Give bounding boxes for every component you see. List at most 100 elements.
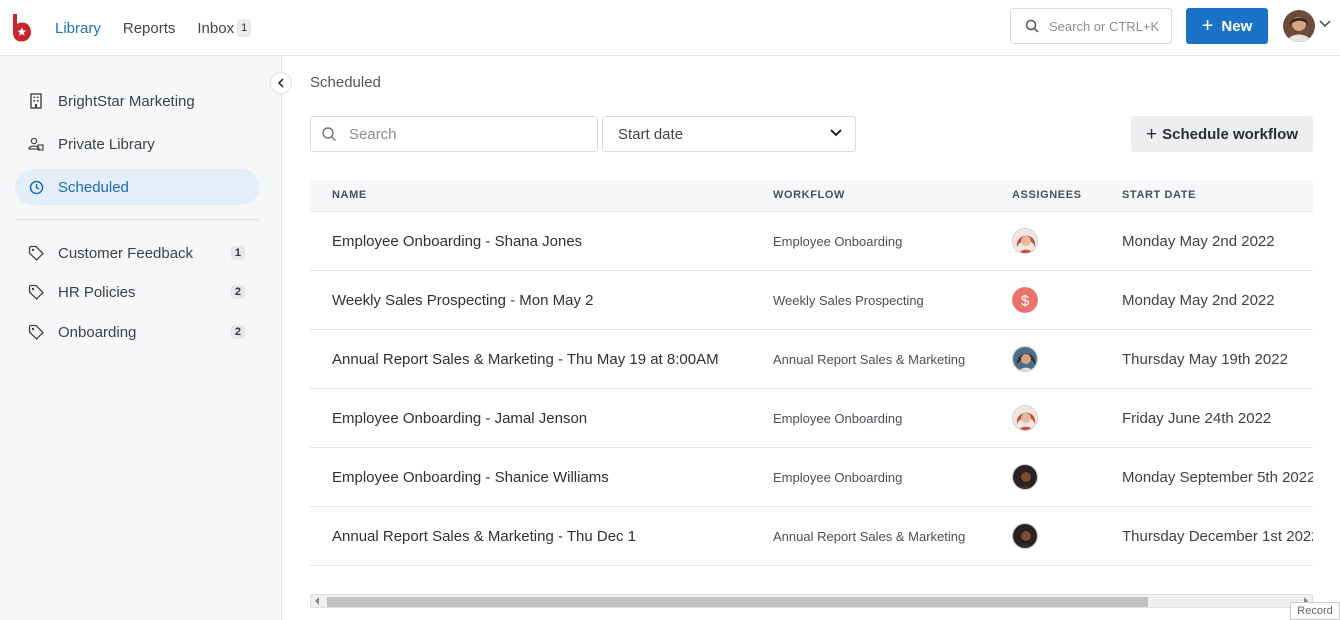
row-start-date: Monday September 5th 2022 (1122, 468, 1313, 486)
nav-inbox-label: Inbox (197, 19, 235, 37)
row-workflow: Weekly Sales Prospecting (773, 292, 924, 308)
col-header-assignees[interactable]: ASSIGNEES (1012, 189, 1082, 201)
plus-icon: + (1146, 123, 1158, 145)
sidebar-divider (15, 219, 259, 220)
chevron-down-icon[interactable] (1318, 19, 1332, 29)
new-button-label: New (1221, 17, 1253, 35)
row-start-date: Friday June 24th 2022 (1122, 409, 1272, 427)
brand-logo[interactable] (10, 14, 32, 42)
table-row[interactable]: Employee Onboarding - Shanice Williams E… (310, 448, 1313, 507)
col-header-start-date[interactable]: START DATE (1122, 189, 1196, 201)
col-header-workflow[interactable]: WORKFLOW (773, 189, 845, 201)
assignee-avatar (1012, 228, 1038, 254)
row-name[interactable]: Annual Report Sales & Marketing - Thu De… (332, 507, 636, 565)
row-name[interactable]: Employee Onboarding - Shanice Williams (332, 448, 609, 506)
global-search[interactable]: Search or CTRL+K (1010, 8, 1172, 44)
nav-reports[interactable]: Reports (123, 20, 176, 37)
chevron-left-icon (277, 78, 284, 88)
col-header-name[interactable]: NAME (332, 189, 367, 201)
sidebar-item-label: Private Library (58, 135, 155, 153)
nav-library-label: Library (55, 19, 101, 37)
assignee-avatar (1012, 405, 1038, 431)
search-input[interactable]: Search (310, 116, 598, 152)
row-name[interactable]: Annual Report Sales & Marketing - Thu Ma… (332, 330, 719, 388)
dollar-icon: $ (1012, 287, 1038, 313)
building-icon (27, 92, 45, 110)
row-assignee (1012, 448, 1038, 506)
top-bar: Library Reports Inbox 1 Search or CTRL+K … (0, 0, 1340, 56)
users-icon (27, 135, 45, 153)
search-placeholder: Search (349, 125, 397, 143)
tag-count-badge: 1 (230, 246, 245, 260)
row-assignee (1012, 507, 1038, 565)
tag-count-badge: 2 (230, 285, 245, 299)
tag-icon (27, 283, 45, 301)
start-date-select[interactable]: Start date (602, 116, 856, 152)
sidebar-tag-onboarding[interactable]: Onboarding 2 (15, 314, 259, 350)
search-icon (1025, 19, 1039, 33)
sidebar-tag-label: Onboarding (58, 323, 137, 341)
table-row[interactable]: Employee Onboarding - Jamal Jenson Emplo… (310, 389, 1313, 448)
table-row[interactable]: Annual Report Sales & Marketing - Thu De… (310, 507, 1313, 566)
row-workflow: Employee Onboarding (773, 233, 903, 249)
inbox-count-badge: 1 (237, 19, 252, 37)
assignee-avatar (1012, 464, 1038, 490)
sidebar-item-scheduled[interactable]: Scheduled (15, 169, 259, 205)
nav-reports-label: Reports (122, 19, 176, 37)
breadcrumb: Scheduled (310, 74, 381, 91)
horizontal-scrollbar[interactable] (310, 594, 1313, 608)
row-assignee (1012, 212, 1038, 270)
assignee-avatar (1012, 346, 1038, 372)
collapse-sidebar-button[interactable] (270, 72, 292, 94)
table-row[interactable]: Weekly Sales Prospecting - Mon May 2 Wee… (310, 271, 1313, 330)
nav-inbox[interactable]: Inbox 1 (197, 19, 252, 37)
sidebar-item-label: BrightStar Marketing (58, 92, 195, 110)
start-date-select-value: Start date (618, 125, 684, 143)
sidebar-item-private-library[interactable]: Private Library (15, 126, 259, 162)
record-button[interactable]: Record (1290, 602, 1340, 620)
row-name[interactable]: Employee Onboarding - Shana Jones (332, 212, 582, 270)
sidebar-tag-customer-feedback[interactable]: Customer Feedback 1 (15, 235, 259, 271)
search-icon (322, 127, 336, 141)
clock-icon (27, 178, 45, 196)
plus-icon: + (1201, 15, 1214, 37)
chevron-down-icon (830, 129, 842, 137)
row-name[interactable]: Weekly Sales Prospecting - Mon May 2 (332, 271, 594, 329)
sidebar-tag-hr-policies[interactable]: HR Policies 2 (15, 274, 259, 310)
nav-library[interactable]: Library (55, 20, 101, 37)
row-start-date: Monday May 2nd 2022 (1122, 232, 1275, 250)
user-avatar[interactable] (1283, 10, 1315, 42)
main-nav: Library Reports Inbox 1 (55, 0, 273, 56)
row-workflow: Annual Report Sales & Marketing (773, 528, 966, 544)
assignee-avatar (1012, 523, 1038, 549)
row-start-date: Monday May 2nd 2022 (1122, 291, 1275, 309)
schedule-workflow-label: Schedule workflow (1162, 125, 1298, 143)
row-assignee (1012, 389, 1038, 447)
global-search-placeholder: Search or CTRL+K (1049, 18, 1160, 34)
scheduled-table: NAME WORKFLOW ASSIGNEES START DATE Emplo… (310, 180, 1313, 566)
table-row[interactable]: Employee Onboarding - Shana Jones Employ… (310, 212, 1313, 271)
row-workflow: Employee Onboarding (773, 410, 903, 426)
row-start-date: Thursday May 19th 2022 (1122, 350, 1288, 368)
table-row[interactable]: Annual Report Sales & Marketing - Thu Ma… (310, 330, 1313, 389)
scroll-left-arrow-icon[interactable] (315, 597, 319, 605)
tag-count-badge: 2 (230, 325, 245, 339)
row-assignee (1012, 330, 1038, 388)
row-name[interactable]: Employee Onboarding - Jamal Jenson (332, 389, 587, 447)
sidebar: BrightStar Marketing Private Library Sch… (0, 56, 282, 620)
tag-icon (27, 244, 45, 262)
new-button[interactable]: + New (1186, 8, 1268, 44)
row-workflow: Employee Onboarding (773, 469, 903, 485)
sidebar-item-label: Scheduled (58, 178, 129, 196)
sidebar-item-brightstar[interactable]: BrightStar Marketing (15, 83, 259, 119)
sidebar-tag-label: Customer Feedback (58, 244, 194, 262)
scrollbar-thumb[interactable] (327, 597, 1148, 607)
tag-icon (27, 323, 45, 341)
schedule-workflow-button[interactable]: + Schedule workflow (1131, 116, 1313, 152)
svg-text:$: $ (1021, 293, 1030, 310)
row-start-date: Thursday December 1st 2022 (1122, 527, 1313, 545)
row-assignee: $ (1012, 271, 1038, 329)
sidebar-tag-label: HR Policies (58, 283, 136, 301)
row-workflow: Annual Report Sales & Marketing (773, 351, 966, 367)
table-header: NAME WORKFLOW ASSIGNEES START DATE (310, 180, 1313, 212)
